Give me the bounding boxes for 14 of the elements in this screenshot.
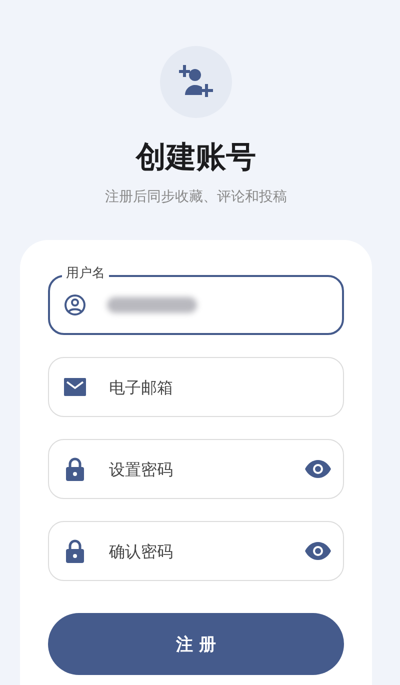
subtitle: 注册后同步收藏、评论和投稿 (105, 188, 287, 206)
lock-icon (66, 457, 84, 481)
register-button[interactable]: 注 册 (48, 613, 344, 675)
password-field[interactable]: 设置密码 (109, 460, 305, 478)
lock-icon (66, 539, 84, 563)
add-user-icon (179, 65, 213, 99)
page-title: 创建账号 (136, 140, 256, 176)
password-field[interactable]: 确认密码 (109, 542, 305, 560)
email-field[interactable]: 电子邮箱 (109, 378, 331, 396)
envelope-icon (64, 378, 86, 396)
user-icon (64, 294, 86, 316)
field-label: 用户名 (62, 266, 109, 282)
eye-icon[interactable] (305, 542, 331, 560)
eye-icon[interactable] (305, 460, 331, 478)
